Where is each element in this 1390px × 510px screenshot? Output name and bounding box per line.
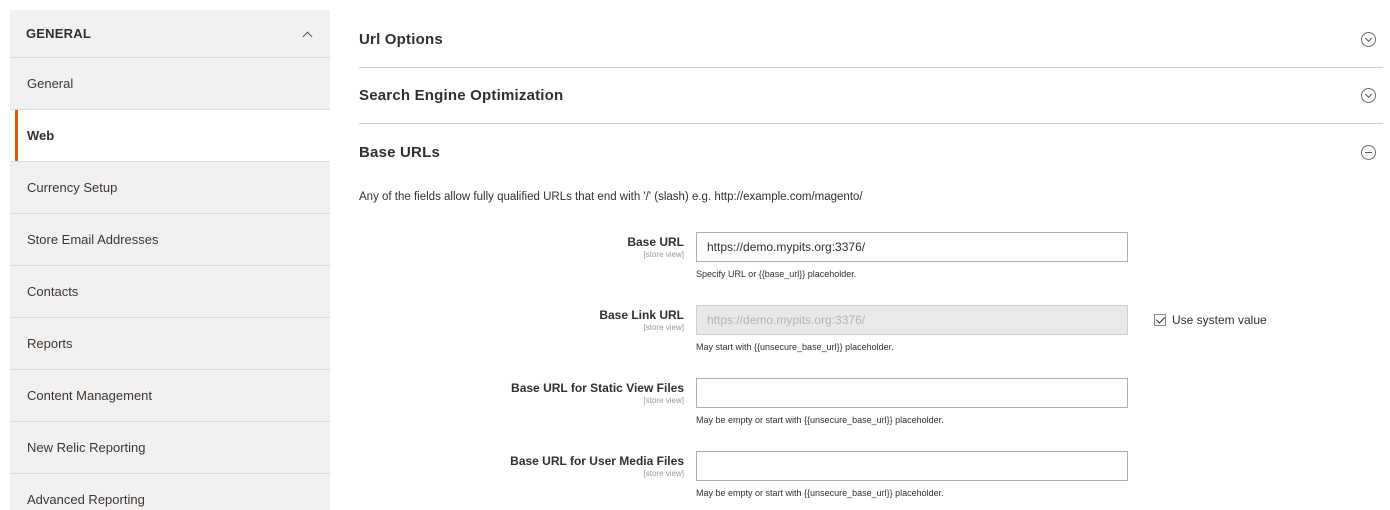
field-label: Base Link URL [store view] (359, 308, 684, 332)
field-note: May start with {{unsecure_base_url}} pla… (696, 342, 894, 352)
field-note: May be empty or start with {{unsecure_ba… (696, 488, 944, 498)
sidebar-item-content-management[interactable]: Content Management (10, 370, 330, 422)
field-label: Base URL for User Media Files [store vie… (359, 454, 684, 478)
sidebar-item-store-email-addresses[interactable]: Store Email Addresses (10, 214, 330, 266)
sidebar-item-web[interactable]: Web (10, 110, 330, 162)
field-label-text: Base URL for Static View Files (511, 381, 684, 395)
sidebar-section-title: GENERAL (26, 26, 91, 41)
field-label: Base URL [store view] (359, 235, 684, 259)
sidebar-item-label: New Relic Reporting (27, 440, 146, 455)
user-media-files-input[interactable] (696, 451, 1128, 481)
section-base-urls[interactable]: Base URLs (359, 124, 1383, 180)
section-title: Url Options (359, 31, 443, 48)
sidebar-item-new-relic-reporting[interactable]: New Relic Reporting (10, 422, 330, 474)
collapse-circle-icon[interactable] (1361, 144, 1376, 160)
sidebar-section-header[interactable]: GENERAL (10, 10, 330, 58)
sidebar-item-currency-setup[interactable]: Currency Setup (10, 162, 330, 214)
sidebar-item-general[interactable]: General (10, 58, 330, 110)
sidebar-item-advanced-reporting[interactable]: Advanced Reporting (10, 474, 330, 510)
expand-circle-icon[interactable] (1361, 88, 1376, 103)
field-scope: [store view] (643, 469, 684, 478)
chevron-up-icon[interactable] (302, 29, 312, 39)
use-system-value[interactable]: Use system value (1154, 313, 1267, 327)
sidebar-item-label: Advanced Reporting (27, 492, 145, 507)
base-url-input[interactable] (696, 232, 1128, 262)
sidebar-panel: GENERAL General Web Currency Setup Store… (10, 10, 330, 510)
field-label-text: Base URL (627, 235, 684, 249)
sidebar-item-label: Reports (27, 336, 73, 351)
main-content: Url Options Search Engine Optimization B… (359, 0, 1383, 510)
field-scope: [store view] (643, 323, 684, 332)
use-system-value-label: Use system value (1172, 313, 1267, 327)
field-note: May be empty or start with {{unsecure_ba… (696, 415, 944, 425)
sidebar-item-label: Web (27, 128, 55, 143)
sidebar-item-label: General (27, 76, 74, 91)
field-scope: [store view] (643, 250, 684, 259)
field-label-text: Base URL for User Media Files (510, 454, 684, 468)
sidebar-item-label: Store Email Addresses (27, 232, 159, 247)
sidebar-item-label: Contacts (27, 284, 79, 299)
section-url-options[interactable]: Url Options (359, 12, 1383, 68)
field-note: Specify URL or {{base_url}} placeholder. (696, 269, 857, 279)
section-description: Any of the fields allow fully qualified … (359, 191, 863, 203)
sidebar-item-reports[interactable]: Reports (10, 318, 330, 370)
use-system-value-checkbox[interactable] (1154, 314, 1166, 326)
section-title: Search Engine Optimization (359, 87, 564, 104)
static-view-files-input[interactable] (696, 378, 1128, 408)
section-seo[interactable]: Search Engine Optimization (359, 68, 1383, 124)
sidebar-item-label: Currency Setup (27, 180, 118, 195)
field-label: Base URL for Static View Files [store vi… (359, 381, 684, 405)
section-title: Base URLs (359, 143, 440, 161)
field-label-text: Base Link URL (599, 308, 684, 322)
sidebar-item-contacts[interactable]: Contacts (10, 266, 330, 318)
field-scope: [store view] (643, 396, 684, 405)
expand-circle-icon[interactable] (1361, 32, 1376, 47)
base-link-url-input[interactable] (696, 305, 1128, 335)
sidebar-item-label: Content Management (27, 388, 153, 403)
sidebar: GENERAL General Web Currency Setup Store… (0, 0, 330, 510)
